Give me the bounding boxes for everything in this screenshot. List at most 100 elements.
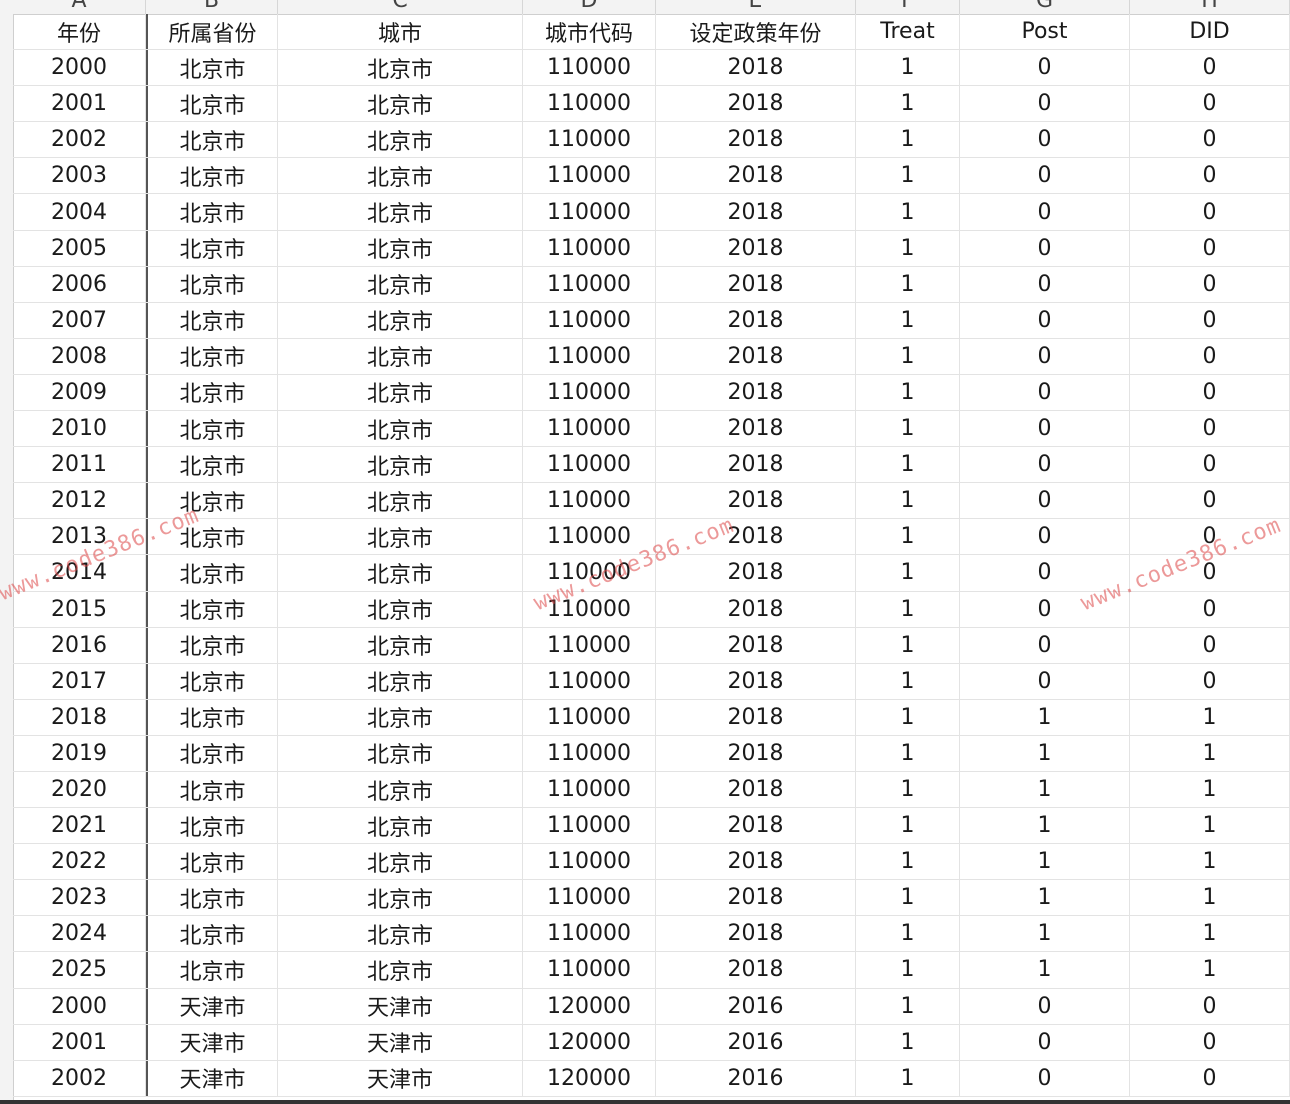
cell-city-code[interactable]: 110000 <box>523 447 656 483</box>
cell-province[interactable]: 北京市 <box>146 374 278 411</box>
cell-city-code[interactable]: 110000 <box>523 230 656 266</box>
cell-treat[interactable]: 1 <box>856 519 960 555</box>
cell-did[interactable]: 0 <box>1130 122 1290 158</box>
cell-did[interactable]: 0 <box>1130 591 1290 627</box>
cell-treat[interactable]: 1 <box>856 266 960 302</box>
cell-post[interactable]: 0 <box>960 447 1130 483</box>
cell-treat[interactable]: 1 <box>856 230 960 266</box>
cell-province[interactable]: 北京市 <box>146 519 278 555</box>
cell-treat[interactable]: 1 <box>856 411 960 447</box>
cell-city[interactable]: 北京市 <box>278 374 523 411</box>
cell-city[interactable]: 北京市 <box>278 122 523 158</box>
cell-policy-year[interactable]: 2016 <box>656 988 856 1024</box>
cell-did[interactable]: 0 <box>1130 988 1290 1024</box>
cell-post[interactable]: 0 <box>960 1024 1130 1060</box>
cell-city-code[interactable]: 110000 <box>523 771 656 808</box>
cell-province[interactable]: 天津市 <box>146 988 278 1024</box>
cell-city-code[interactable]: 110000 <box>523 519 656 555</box>
cell-city-code[interactable]: 110000 <box>523 122 656 158</box>
cell-policy-year[interactable]: 2018 <box>656 374 856 411</box>
cell-did[interactable]: 0 <box>1130 519 1290 555</box>
cell-post[interactable]: 0 <box>960 302 1130 338</box>
cell-year[interactable]: 2025 <box>13 952 146 988</box>
cell-policy-year[interactable]: 2018 <box>656 230 856 266</box>
cell-province[interactable]: 北京市 <box>146 952 278 988</box>
cell-did[interactable]: 0 <box>1130 1024 1290 1060</box>
cell-city-code[interactable]: 120000 <box>523 988 656 1024</box>
cell-post[interactable]: 1 <box>960 880 1130 916</box>
cell-year[interactable]: 2019 <box>13 735 146 771</box>
cell-city[interactable]: 北京市 <box>278 808 523 844</box>
cell-city[interactable]: 北京市 <box>278 230 523 266</box>
cell-post[interactable]: 0 <box>960 194 1130 230</box>
cell-post[interactable]: 0 <box>960 122 1130 158</box>
cell-policy-year[interactable]: 2018 <box>656 735 856 771</box>
cell-did[interactable]: 0 <box>1130 86 1290 122</box>
cell-year[interactable]: 2018 <box>13 699 146 735</box>
cell-province[interactable]: 北京市 <box>146 411 278 447</box>
cell-city[interactable]: 北京市 <box>278 338 523 374</box>
cell-year[interactable]: 2010 <box>13 411 146 447</box>
cell-city[interactable]: 北京市 <box>278 158 523 194</box>
cell-did[interactable]: 0 <box>1130 411 1290 447</box>
cell-city-code[interactable]: 110000 <box>523 699 656 735</box>
cell-did[interactable]: 1 <box>1130 771 1290 808</box>
cell-province[interactable]: 北京市 <box>146 194 278 230</box>
cell-city[interactable]: 北京市 <box>278 86 523 122</box>
cell-city[interactable]: 北京市 <box>278 411 523 447</box>
cell-city[interactable]: 北京市 <box>278 627 523 663</box>
cell-post[interactable]: 0 <box>960 158 1130 194</box>
cell-treat[interactable]: 1 <box>856 699 960 735</box>
cell-treat[interactable]: 1 <box>856 50 960 86</box>
cell-post[interactable]: 0 <box>960 374 1130 411</box>
cell-province[interactable]: 北京市 <box>146 627 278 663</box>
cell-province[interactable]: 北京市 <box>146 483 278 519</box>
cell-did[interactable]: 0 <box>1130 663 1290 699</box>
cell-year[interactable]: 2000 <box>13 988 146 1024</box>
cell-post[interactable]: 0 <box>960 50 1130 86</box>
cell-did[interactable]: 1 <box>1130 952 1290 988</box>
cell-year[interactable]: 2001 <box>13 86 146 122</box>
cell-treat[interactable]: 1 <box>856 844 960 880</box>
cell-city-code[interactable]: 110000 <box>523 338 656 374</box>
cell-treat[interactable]: 1 <box>856 122 960 158</box>
column-letter-5[interactable]: F <box>856 0 960 14</box>
cell-policy-year[interactable]: 2018 <box>656 519 856 555</box>
cell-province[interactable]: 北京市 <box>146 663 278 699</box>
cell-city[interactable]: 北京市 <box>278 771 523 808</box>
cell-year[interactable]: 2004 <box>13 194 146 230</box>
cell-did[interactable]: 0 <box>1130 627 1290 663</box>
cell-year[interactable]: 2008 <box>13 338 146 374</box>
cell-policy-year[interactable]: 2016 <box>656 1060 856 1096</box>
cell-city[interactable]: 北京市 <box>278 952 523 988</box>
cell-city[interactable]: 天津市 <box>278 1024 523 1060</box>
cell-post[interactable]: 1 <box>960 808 1130 844</box>
cell-treat[interactable]: 1 <box>856 1024 960 1060</box>
cell-post[interactable]: 0 <box>960 338 1130 374</box>
cell-post[interactable]: 0 <box>960 627 1130 663</box>
cell-year[interactable]: 2011 <box>13 447 146 483</box>
cell-province[interactable]: 北京市 <box>146 880 278 916</box>
cell-treat[interactable]: 1 <box>856 555 960 591</box>
header-cell-year[interactable]: 年份 <box>13 14 146 50</box>
cell-policy-year[interactable]: 2018 <box>656 447 856 483</box>
cell-year[interactable]: 2017 <box>13 663 146 699</box>
cell-post[interactable]: 1 <box>960 952 1130 988</box>
cell-city-code[interactable]: 110000 <box>523 302 656 338</box>
cell-policy-year[interactable]: 2018 <box>656 808 856 844</box>
column-letter-3[interactable]: D <box>523 0 656 14</box>
cell-post[interactable]: 1 <box>960 916 1130 952</box>
cell-city-code[interactable]: 110000 <box>523 844 656 880</box>
cell-post[interactable]: 0 <box>960 663 1130 699</box>
cell-city[interactable]: 北京市 <box>278 844 523 880</box>
cell-post[interactable]: 0 <box>960 230 1130 266</box>
cell-year[interactable]: 2000 <box>13 50 146 86</box>
column-letter-7[interactable]: H <box>1130 0 1290 14</box>
cell-policy-year[interactable]: 2018 <box>656 302 856 338</box>
cell-province[interactable]: 天津市 <box>146 1060 278 1096</box>
cell-year[interactable]: 2002 <box>13 1060 146 1096</box>
cell-year[interactable]: 2023 <box>13 880 146 916</box>
cell-treat[interactable]: 1 <box>856 447 960 483</box>
header-cell-post[interactable]: Post <box>960 14 1130 50</box>
header-cell-policy-year[interactable]: 设定政策年份 <box>656 14 856 50</box>
